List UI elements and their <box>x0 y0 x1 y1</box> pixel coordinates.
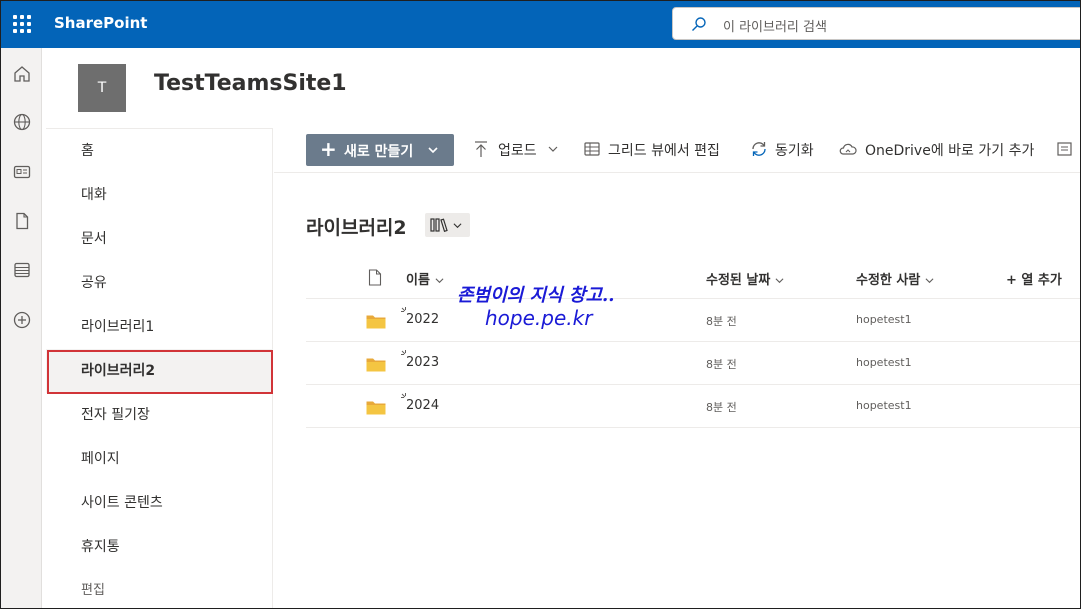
sharepoint-window: SharePoint 이 라이브러리 검색 T TestTeamsSite1 홈… <box>0 0 1081 609</box>
folder-name-link[interactable]: 2024 <box>406 398 439 413</box>
column-header-modified-label: 수정된 날짜 <box>706 273 771 288</box>
column-header-name-label: 이름 <box>406 273 430 288</box>
overflow-command-icon[interactable] <box>1056 140 1074 158</box>
edit-in-grid-view-button[interactable]: 그리드 뷰에서 편집 <box>608 140 720 160</box>
new-button-label: 새로 만들기 <box>344 144 414 160</box>
sync-icon[interactable] <box>750 140 768 158</box>
search-placeholder: 이 라이브러리 검색 <box>723 20 827 35</box>
suite-bar: SharePoint 이 라이브러리 검색 <box>1 1 1080 48</box>
chevron-down-icon <box>453 223 462 229</box>
folder-name-link[interactable]: 2022 <box>406 312 439 327</box>
modified-date: 8분 전 <box>706 358 737 371</box>
search-icon <box>692 17 706 31</box>
app-bar <box>1 48 42 608</box>
modified-by[interactable]: hopetest1 <box>856 356 912 369</box>
upload-icon[interactable] <box>472 140 490 158</box>
nav-item-conversations[interactable]: 대화 <box>46 173 273 217</box>
list-header: 이름 수정된 날짜 수정한 사람 + 열 추가 <box>306 256 1080 299</box>
brand-name[interactable]: SharePoint <box>54 14 147 32</box>
nav-item-pages[interactable]: 페이지 <box>46 437 273 481</box>
column-header-name[interactable]: 이름 <box>406 269 444 288</box>
table-row[interactable]: 2022 8분 전 hopetest1 <box>306 299 1080 342</box>
lists-icon[interactable] <box>12 260 32 280</box>
column-header-modified[interactable]: 수정된 날짜 <box>706 269 784 288</box>
modified-by[interactable]: hopetest1 <box>856 399 912 412</box>
library-title: 라이브러리2 <box>306 217 407 239</box>
chevron-down-icon <box>925 278 934 284</box>
app-launcher-icon[interactable] <box>13 15 31 33</box>
folder-name-link[interactable]: 2023 <box>406 355 439 370</box>
globe-icon[interactable] <box>12 112 32 132</box>
onedrive-shortcut-icon[interactable] <box>839 140 857 158</box>
library-view-icon <box>430 218 448 232</box>
chevron-down-icon <box>775 278 784 284</box>
nav-item-library1[interactable]: 라이브러리1 <box>46 305 273 349</box>
document-icon[interactable] <box>12 211 32 231</box>
site-title[interactable]: TestTeamsSite1 <box>154 71 347 96</box>
modified-by[interactable]: hopetest1 <box>856 313 912 326</box>
selection-highlight-box <box>47 350 273 394</box>
nav-item-site-contents[interactable]: 사이트 콘텐츠 <box>46 481 273 525</box>
modified-date: 8분 전 <box>706 401 737 414</box>
view-switcher[interactable] <box>425 213 470 237</box>
add-shortcut-to-onedrive-button[interactable]: OneDrive에 바로 가기 추가 <box>865 140 1034 160</box>
nav-item-documents[interactable]: 문서 <box>46 217 273 261</box>
site-logo[interactable]: T <box>78 64 126 112</box>
chevron-down-icon <box>435 278 444 284</box>
nav-item-shared[interactable]: 공유 <box>46 261 273 305</box>
upload-chevron-icon[interactable] <box>548 144 558 154</box>
command-bar: + 새로 만들기 업로드 그리드 뷰에서 편집 동기화 OneDrive에 바로… <box>274 128 1080 173</box>
folder-icon <box>366 315 386 329</box>
sync-button[interactable]: 동기화 <box>775 140 814 160</box>
column-header-modified-by-label: 수정한 사람 <box>856 273 921 288</box>
add-column-button[interactable]: + 열 추가 <box>1006 269 1062 288</box>
watermark-url: hope.pe.kr <box>485 306 593 330</box>
upload-button[interactable]: 업로드 <box>498 140 537 160</box>
create-icon[interactable] <box>12 310 32 330</box>
nav-edit-link[interactable]: 편집 <box>46 569 273 608</box>
nav-item-recycle-bin[interactable]: 휴지통 <box>46 525 273 569</box>
search-box[interactable]: 이 라이브러리 검색 <box>672 7 1080 40</box>
table-row[interactable]: 2023 8분 전 hopetest1 <box>306 342 1080 385</box>
column-header-modified-by[interactable]: 수정한 사람 <box>856 269 934 288</box>
news-icon[interactable] <box>12 162 32 182</box>
home-icon[interactable] <box>12 64 32 84</box>
plus-icon: + <box>320 137 337 161</box>
folder-icon <box>366 401 386 415</box>
nav-item-home[interactable]: 홈 <box>46 129 273 173</box>
watermark-text-korean: 존범이의 지식 창고.. <box>457 285 615 306</box>
folder-icon <box>366 358 386 372</box>
modified-date: 8분 전 <box>706 315 737 328</box>
file-type-icon[interactable] <box>368 269 382 286</box>
chevron-down-icon <box>428 147 438 154</box>
new-button[interactable]: + 새로 만들기 <box>306 134 454 166</box>
table-row[interactable]: 2024 8분 전 hopetest1 <box>306 385 1080 428</box>
grid-icon[interactable] <box>583 140 601 158</box>
nav-item-notebook[interactable]: 전자 필기장 <box>46 393 273 437</box>
